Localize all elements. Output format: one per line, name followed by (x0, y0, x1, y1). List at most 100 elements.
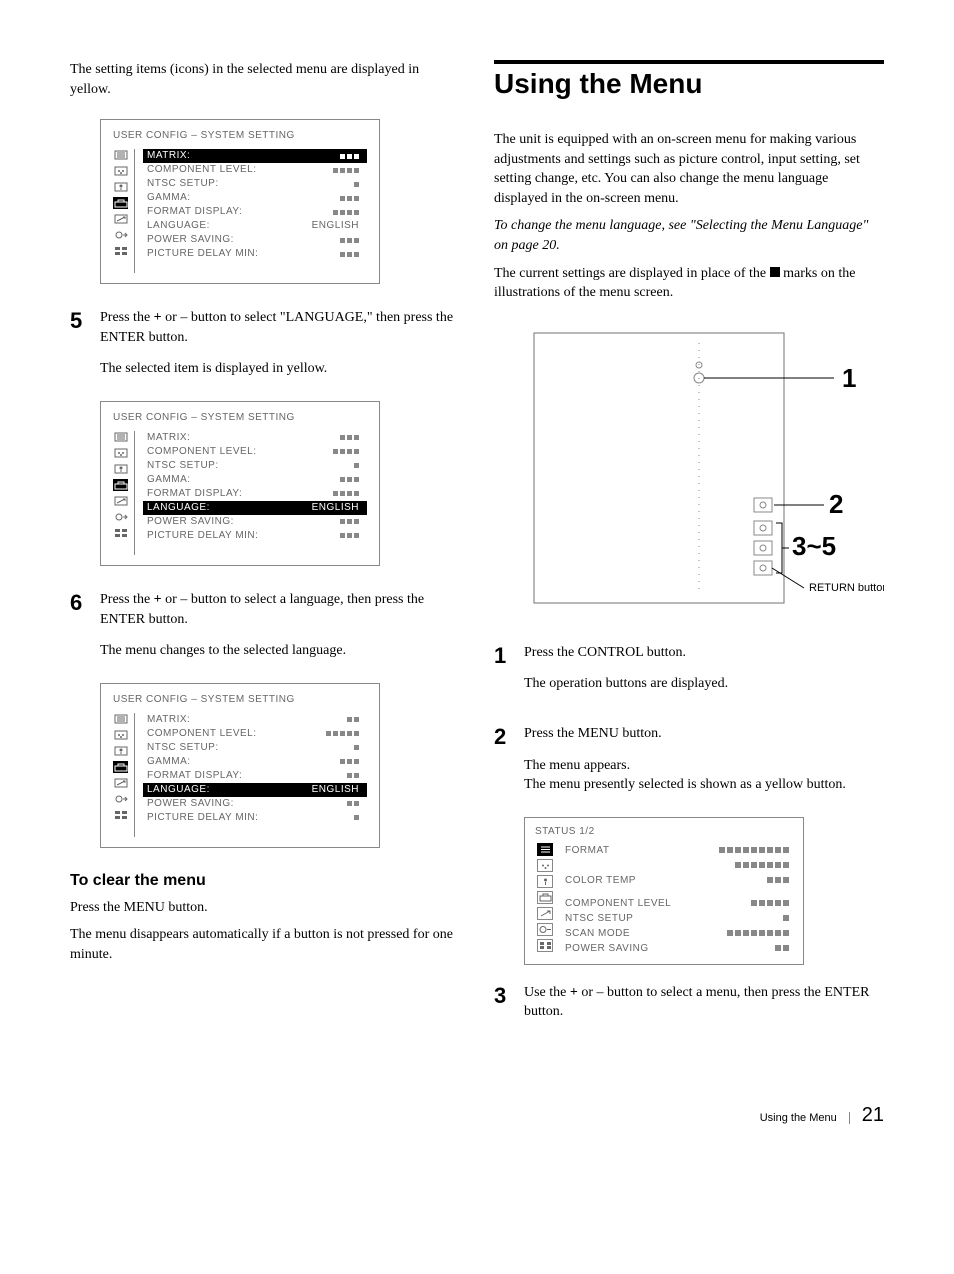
menu-row-label: NTSC SETUP: (147, 741, 219, 755)
menu-row: COMPONENT LEVEL: (143, 163, 367, 177)
step-3-line-1: Use the + or – button to select a menu, … (524, 983, 884, 1022)
menu-panel-1-icons (113, 149, 135, 273)
menu-row-label: NTSC SETUP: (147, 177, 219, 191)
status-row-value (751, 896, 793, 911)
step-2: 2 Press the MENU button. The menu appear… (494, 724, 884, 807)
arrow-icon (113, 495, 128, 507)
status-row-value (775, 941, 793, 956)
step-1-line-2: The operation buttons are displayed. (524, 674, 884, 694)
status-rows: FORMATCOLOR TEMPCOMPONENT LEVELNTSC SETU… (555, 843, 793, 956)
menu-row-label: POWER SAVING: (147, 233, 234, 247)
step-6-line-1: Press the + or – button to select a lang… (100, 590, 454, 629)
menu-row-label: PICTURE DELAY MIN: (147, 811, 258, 825)
power-icon (113, 511, 128, 523)
clear-p2: The menu disappears automatically if a b… (70, 925, 454, 964)
menu-row-label: COMPONENT LEVEL: (147, 163, 257, 177)
menu-panel-1-rows: MATRIX:COMPONENT LEVEL:NTSC SETUP:GAMMA:… (135, 149, 367, 273)
lock-icon (113, 197, 128, 209)
menu-panel-2: USER CONFIG – SYSTEM SETTING MATRIX:COMP… (100, 401, 380, 566)
menu-row-label: COMPONENT LEVEL: (147, 727, 257, 741)
status-row-label: FORMAT (565, 843, 609, 858)
menu-row-value (340, 473, 363, 487)
menu-row-value (340, 755, 363, 769)
menu-row-label: POWER SAVING: (147, 797, 234, 811)
menu-row-value: ENGLISH (312, 501, 363, 515)
grid-icon (113, 245, 128, 257)
menu-panel-3-icons (113, 713, 135, 837)
menu-row-label: PICTURE DELAY MIN: (147, 247, 258, 261)
step-1-line-1: Press the CONTROL button. (524, 643, 884, 663)
list-icon (537, 843, 553, 856)
main-heading: Using the Menu (494, 68, 884, 100)
status-row (565, 858, 793, 873)
menu-row-label: GAMMA: (147, 473, 191, 487)
info-icon (113, 745, 128, 757)
list-icon (113, 431, 128, 443)
menu-row-label: POWER SAVING: (147, 515, 234, 529)
menu-row-label: MATRIX: (147, 149, 190, 163)
status-row-value (735, 858, 793, 873)
black-square-icon (770, 267, 780, 277)
status-row-label: COLOR TEMP (565, 873, 636, 888)
menu-panel-1-title: USER CONFIG – SYSTEM SETTING (113, 130, 367, 141)
clear-p1: Press the MENU button. (70, 898, 454, 918)
grid-icon (537, 939, 553, 952)
arrow-icon (537, 907, 553, 920)
blank-icon (113, 543, 128, 555)
menu-panel-3-rows: MATRIX:COMPONENT LEVEL:NTSC SETUP:GAMMA:… (135, 713, 367, 837)
status-row: FORMAT (565, 843, 793, 858)
menu-row: NTSC SETUP: (143, 741, 367, 755)
footer-page: 21 (862, 1104, 884, 1127)
menu-row-label: NTSC SETUP: (147, 459, 219, 473)
grid-icon (113, 809, 128, 821)
step-2-line-3: The menu presently selected is shown as … (524, 775, 884, 795)
menu-row-value (347, 797, 363, 811)
menu-row: GAMMA: (143, 755, 367, 769)
menu-row: PICTURE DELAY MIN: (143, 811, 367, 825)
color-icon (537, 859, 553, 872)
arrow-icon (113, 213, 128, 225)
status-row-label: COMPONENT LEVEL (565, 896, 671, 911)
menu-row-value (333, 445, 363, 459)
status-row: COMPONENT LEVEL (565, 896, 793, 911)
right-intro: The unit is equipped with an on-screen m… (494, 130, 884, 208)
color-icon (113, 447, 128, 459)
step-5-number: 5 (70, 308, 100, 391)
menu-panel-2-title: USER CONFIG – SYSTEM SETTING (113, 412, 367, 423)
menu-panel-2-icons (113, 431, 135, 555)
menu-row: COMPONENT LEVEL: (143, 727, 367, 741)
list-icon (113, 713, 128, 725)
menu-row-label: COMPONENT LEVEL: (147, 445, 257, 459)
status-title: STATUS 1/2 (535, 826, 793, 837)
menu-row-value (354, 177, 363, 191)
menu-row-value (326, 727, 363, 741)
menu-row: GAMMA: (143, 473, 367, 487)
menu-row: LANGUAGE:ENGLISH (143, 219, 367, 233)
status-row: POWER SAVING (565, 941, 793, 956)
heading-rule (494, 60, 884, 64)
menu-row-value (354, 811, 363, 825)
menu-row-value: ENGLISH (312, 219, 363, 233)
list-icon (113, 149, 128, 161)
footer-title: Using the Menu (760, 1112, 850, 1124)
menu-row-label: MATRIX: (147, 431, 190, 445)
diagram-label-1: 1 (842, 363, 856, 393)
color-icon (113, 729, 128, 741)
status-row-value (767, 873, 793, 888)
status-row-label: POWER SAVING (565, 941, 649, 956)
color-icon (113, 165, 128, 177)
left-column: The setting items (icons) in the selecte… (70, 60, 454, 1044)
clear-heading: To clear the menu (70, 872, 454, 890)
menu-row-value: ENGLISH (312, 783, 363, 797)
arrow-icon (113, 777, 128, 789)
menu-row: POWER SAVING: (143, 515, 367, 529)
menu-row: GAMMA: (143, 191, 367, 205)
menu-row-value (340, 529, 363, 543)
menu-row-label: GAMMA: (147, 191, 191, 205)
step-3-number: 3 (494, 983, 524, 1034)
menu-row-label: LANGUAGE: (147, 783, 210, 797)
menu-row: FORMAT DISPLAY: (143, 769, 367, 783)
diagram-caption: RETURN button (809, 582, 884, 594)
step-1: 1 Press the CONTROL button. The operatio… (494, 643, 884, 706)
power-icon (113, 793, 128, 805)
